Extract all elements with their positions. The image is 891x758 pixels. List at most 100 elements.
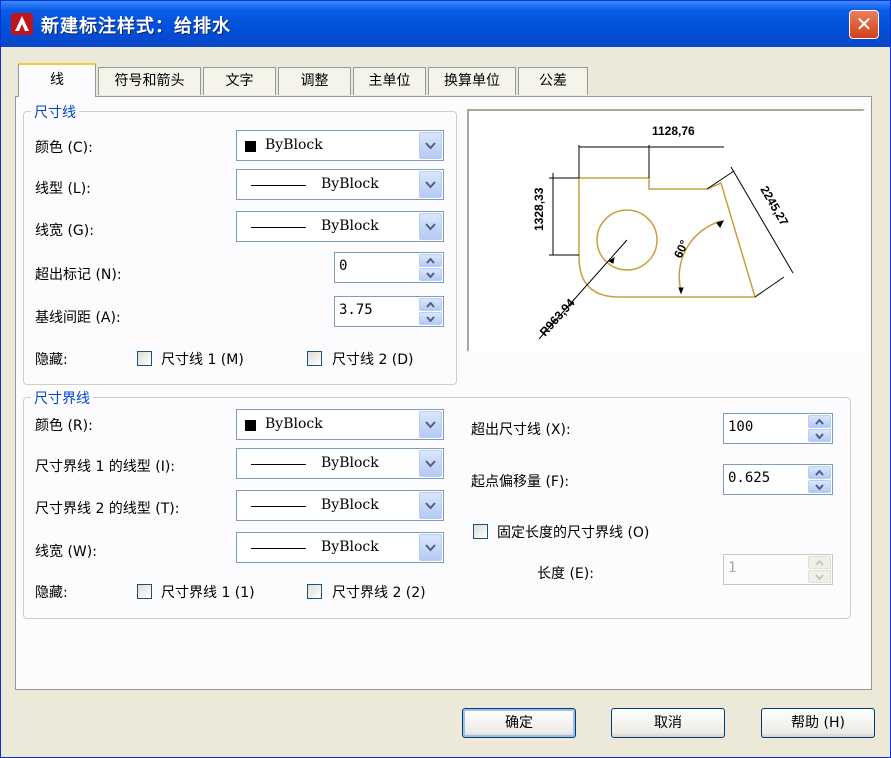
spin-up-button[interactable] xyxy=(808,466,831,479)
spin-up-button[interactable] xyxy=(419,254,442,267)
extend-ticks-value: 0 xyxy=(339,258,348,274)
spin-up-button[interactable] xyxy=(419,298,442,311)
tab-tolerances[interactable]: 公差 xyxy=(518,67,588,95)
extline1-linetype-label: 尺寸界线 1 的线型 (I): xyxy=(35,459,176,475)
preview-dimensions xyxy=(538,145,794,340)
chevron-down-icon xyxy=(425,502,436,510)
fixed-length-label[interactable]: 固定长度的尺寸界线 (O) xyxy=(497,522,649,542)
chevron-down-icon xyxy=(425,142,436,150)
suppress-dimline2-checkbox[interactable] xyxy=(307,351,322,366)
length-value: 1 xyxy=(728,560,737,576)
extline2-linetype-label: 尺寸界线 2 的线型 (T): xyxy=(35,501,180,517)
cancel-button[interactable]: 取消 xyxy=(611,708,725,738)
suppress-extline2-checkbox[interactable] xyxy=(307,584,322,599)
spin-down-button[interactable] xyxy=(419,268,442,281)
ok-button[interactable]: 确定 xyxy=(462,708,576,738)
lineweight-sample xyxy=(251,227,306,228)
suppress-dimline1-checkbox[interactable] xyxy=(137,351,152,366)
dialog-window: 新建标注样式：给排水 ✕ 线 符号和箭头 文字 调整 主单位 换算单位 公差 尺… xyxy=(0,0,891,758)
extension-lines-group-title: 尺寸界线 xyxy=(31,388,93,408)
chevron-down-icon xyxy=(815,484,824,490)
preview-dim-angle: 60° xyxy=(671,238,691,261)
dropdown-arrow[interactable] xyxy=(419,450,442,477)
suppress-extline1-checkbox[interactable] xyxy=(137,584,152,599)
lineweight-sample xyxy=(251,548,306,549)
dimline-color-value: ByBlock xyxy=(265,137,323,153)
dimline-linetype-label: 线型 (L): xyxy=(35,181,91,197)
dimline-linetype-select[interactable]: ByBlock xyxy=(236,169,444,200)
dimension-line-group-title: 尺寸线 xyxy=(31,102,79,122)
extline2-linetype-select[interactable]: ByBlock xyxy=(236,490,444,521)
baseline-spacing-label: 基线间距 (A): xyxy=(35,310,121,326)
extline-lineweight-select[interactable]: ByBlock xyxy=(236,532,444,563)
extend-ticks-spinner[interactable]: 0 xyxy=(334,252,444,283)
offset-from-origin-label: 起点偏移量 (F): xyxy=(471,474,570,490)
extline1-linetype-select[interactable]: ByBlock xyxy=(236,448,444,479)
linetype-sample xyxy=(251,506,306,507)
preview-pane: 1128,76 1328,33 2245,27 60° R963,94 xyxy=(467,109,865,352)
chevron-down-icon xyxy=(815,574,824,580)
dropdown-arrow[interactable] xyxy=(419,534,442,561)
chevron-down-icon xyxy=(425,544,436,552)
dropdown-arrow[interactable] xyxy=(419,492,442,519)
extline-color-select[interactable]: ByBlock xyxy=(236,409,444,440)
preview-dim-radius: R963,94 xyxy=(537,296,578,339)
suppress-dimline1-label[interactable]: 尺寸线 1 (M) xyxy=(161,349,244,369)
suppress-extline2-label[interactable]: 尺寸界线 2 (2) xyxy=(332,582,426,602)
suppress-extline1-label[interactable]: 尺寸界线 1 (1) xyxy=(161,582,255,602)
dropdown-arrow[interactable] xyxy=(419,132,442,159)
extline2-linetype-value: ByBlock xyxy=(321,497,379,513)
extend-beyond-spinner[interactable]: 100 xyxy=(723,413,833,444)
chevron-down-icon xyxy=(815,433,824,439)
preview-drawing: 1128,76 1328,33 2245,27 60° R963,94 xyxy=(532,124,794,340)
spin-down-button[interactable] xyxy=(808,429,831,442)
dimline-color-select[interactable]: ByBlock xyxy=(236,130,444,161)
suppress-dimline2-label[interactable]: 尺寸线 2 (D) xyxy=(332,349,414,369)
tab-lines[interactable]: 线 xyxy=(18,63,96,97)
tab-text[interactable]: 文字 xyxy=(203,67,276,95)
extline-color-value: ByBlock xyxy=(265,416,323,432)
dimline-suppress-label: 隐藏: xyxy=(35,352,68,368)
title-bar[interactable]: 新建标注样式：给排水 ✕ xyxy=(1,1,890,47)
length-spinner: 1 xyxy=(723,554,833,585)
dropdown-arrow[interactable] xyxy=(419,171,442,198)
autocad-logo-icon xyxy=(11,13,33,35)
dimline-linetype-value: ByBlock xyxy=(321,176,379,192)
fixed-length-checkbox[interactable] xyxy=(473,524,488,539)
dimline-lineweight-select[interactable]: ByBlock xyxy=(236,211,444,242)
tab-primary-units[interactable]: 主单位 xyxy=(353,67,426,95)
spin-up-button[interactable] xyxy=(808,415,831,428)
tab-symbols-arrows[interactable]: 符号和箭头 xyxy=(98,67,201,95)
color-swatch xyxy=(245,420,256,431)
extline-lineweight-value: ByBlock xyxy=(321,539,379,555)
window-title: 新建标注样式：给排水 xyxy=(41,16,231,37)
offset-from-origin-value[interactable]: 0.625 xyxy=(728,470,770,486)
extline-suppress-label: 隐藏: xyxy=(35,585,68,601)
spin-down-button[interactable] xyxy=(808,480,831,493)
dimline-lineweight-value: ByBlock xyxy=(321,218,379,234)
chevron-down-icon xyxy=(426,316,435,322)
dimline-lineweight-label: 线宽 (G): xyxy=(35,223,94,239)
extend-beyond-label: 超出尺寸线 (X): xyxy=(471,422,571,438)
dropdown-arrow[interactable] xyxy=(419,213,442,240)
spin-down-button[interactable] xyxy=(419,312,442,325)
offset-from-origin-spinner[interactable]: 0.625 xyxy=(723,464,833,495)
spin-up-button xyxy=(808,556,831,569)
tab-fit[interactable]: 调整 xyxy=(278,67,351,95)
chevron-up-icon xyxy=(815,560,824,566)
help-button[interactable]: 帮助 (H) xyxy=(761,708,875,738)
extend-beyond-value[interactable]: 100 xyxy=(728,419,753,435)
dropdown-arrow[interactable] xyxy=(419,411,442,438)
tab-alternate-units[interactable]: 换算单位 xyxy=(428,67,516,95)
linetype-sample xyxy=(251,185,306,186)
extline-color-label: 颜色 (R): xyxy=(35,418,93,434)
dimline-color-label: 颜色 (C): xyxy=(35,140,93,156)
chevron-up-icon xyxy=(426,258,435,264)
close-button[interactable]: ✕ xyxy=(849,10,879,39)
extline1-linetype-value: ByBlock xyxy=(321,455,379,471)
chevron-up-icon xyxy=(815,470,824,476)
chevron-down-icon xyxy=(425,181,436,189)
chevron-down-icon xyxy=(425,421,436,429)
preview-dim-left: 1328,33 xyxy=(532,187,546,231)
baseline-spacing-spinner[interactable]: 3.75 xyxy=(334,296,444,327)
